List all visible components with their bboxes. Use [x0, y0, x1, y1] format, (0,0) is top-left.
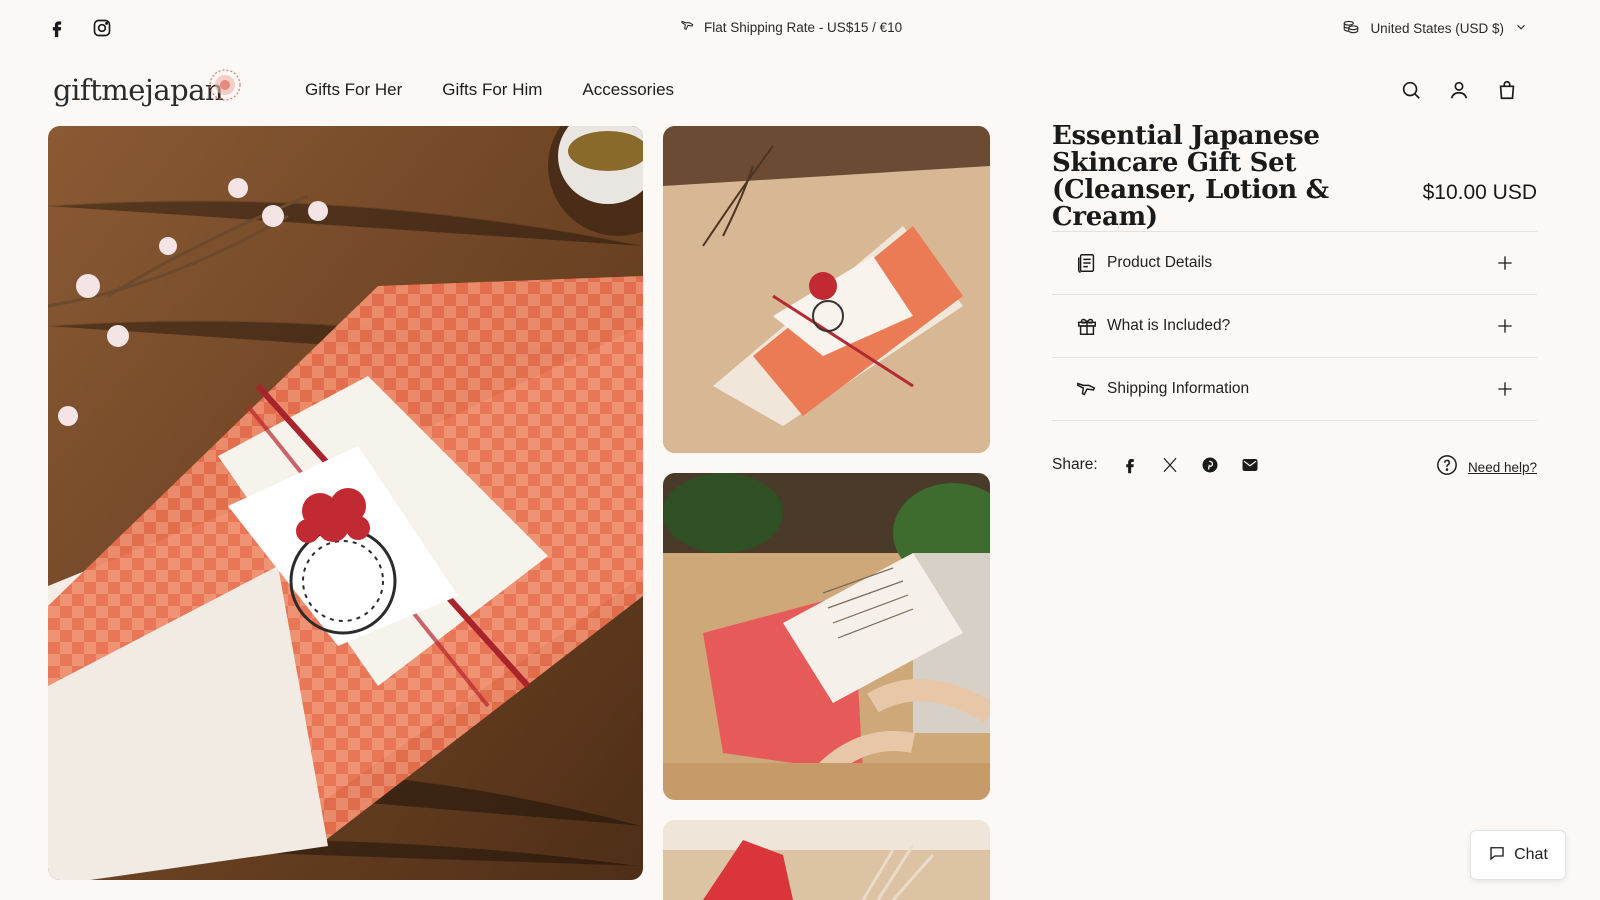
need-help[interactable]: Need help? — [1436, 454, 1537, 481]
coins-icon — [1342, 18, 1360, 39]
plane-icon — [680, 18, 696, 37]
announcement-bar: Flat Shipping Rate - US$15 / €10 United … — [0, 0, 1600, 56]
chat-label: Chat — [1514, 846, 1548, 863]
need-help-link[interactable]: Need help? — [1468, 460, 1537, 475]
question-icon — [1436, 454, 1458, 481]
account-icon[interactable] — [1448, 79, 1470, 101]
accordion-what-is-included[interactable]: What is Included? — [1052, 294, 1537, 357]
plus-icon — [1498, 319, 1512, 333]
accordion-shipping-information[interactable]: Shipping Information — [1052, 357, 1537, 420]
shipping-announcement: Flat Shipping Rate - US$15 / €10 — [680, 18, 902, 37]
accordion-divider — [1052, 420, 1537, 421]
product-title: Essential Japanese Skincare Gift Set (Cl… — [1052, 121, 1329, 232]
plane-icon — [1076, 378, 1098, 400]
accordion-product-details[interactable]: Product Details — [1052, 231, 1537, 294]
cart-bag-icon[interactable] — [1496, 79, 1518, 101]
chat-bubble-icon — [1488, 844, 1506, 867]
product-thumbnail-2[interactable] — [663, 473, 990, 800]
product-thumbnail-3[interactable] — [663, 820, 990, 900]
plus-icon — [1498, 256, 1512, 270]
accordion-label: What is Included? — [1107, 317, 1231, 334]
accordion-label: Product Details — [1107, 254, 1213, 271]
share-facebook-icon[interactable] — [1120, 455, 1140, 475]
share-pinterest-icon[interactable] — [1200, 455, 1220, 475]
chevron-down-icon — [1514, 20, 1528, 37]
facebook-icon[interactable] — [46, 17, 68, 39]
share-x-icon[interactable] — [1160, 455, 1180, 475]
shipping-text: Flat Shipping Rate - US$15 / €10 — [704, 20, 903, 35]
accordion-label: Shipping Information — [1107, 380, 1250, 397]
nav-gifts-for-her[interactable]: Gifts For Her — [305, 80, 402, 100]
share-row: Share: — [1052, 455, 1280, 475]
share-email-icon[interactable] — [1240, 455, 1260, 475]
instagram-icon[interactable] — [91, 17, 113, 39]
plus-icon — [1498, 382, 1512, 396]
header-actions — [1400, 79, 1518, 101]
document-icon — [1076, 252, 1098, 274]
product-thumbnail-1[interactable] — [663, 126, 990, 453]
nav-gifts-for-him[interactable]: Gifts For Him — [442, 80, 542, 100]
currency-selector[interactable]: United States (USD $) — [1342, 18, 1528, 39]
share-label: Share: — [1052, 456, 1098, 473]
logo-flower-icon — [208, 68, 242, 102]
product-main-image[interactable] — [48, 126, 643, 880]
currency-label: United States (USD $) — [1370, 21, 1504, 36]
product-price: $10.00 USD — [1422, 181, 1537, 204]
logo[interactable]: giftmejapan — [53, 68, 241, 107]
nav-accessories[interactable]: Accessories — [582, 80, 674, 100]
main-nav: Gifts For Her Gifts For Him Accessories — [305, 80, 674, 100]
gift-icon — [1076, 315, 1098, 337]
logo-text: giftmejapan — [53, 73, 224, 107]
chat-button[interactable]: Chat — [1470, 830, 1566, 880]
search-icon[interactable] — [1400, 79, 1422, 101]
